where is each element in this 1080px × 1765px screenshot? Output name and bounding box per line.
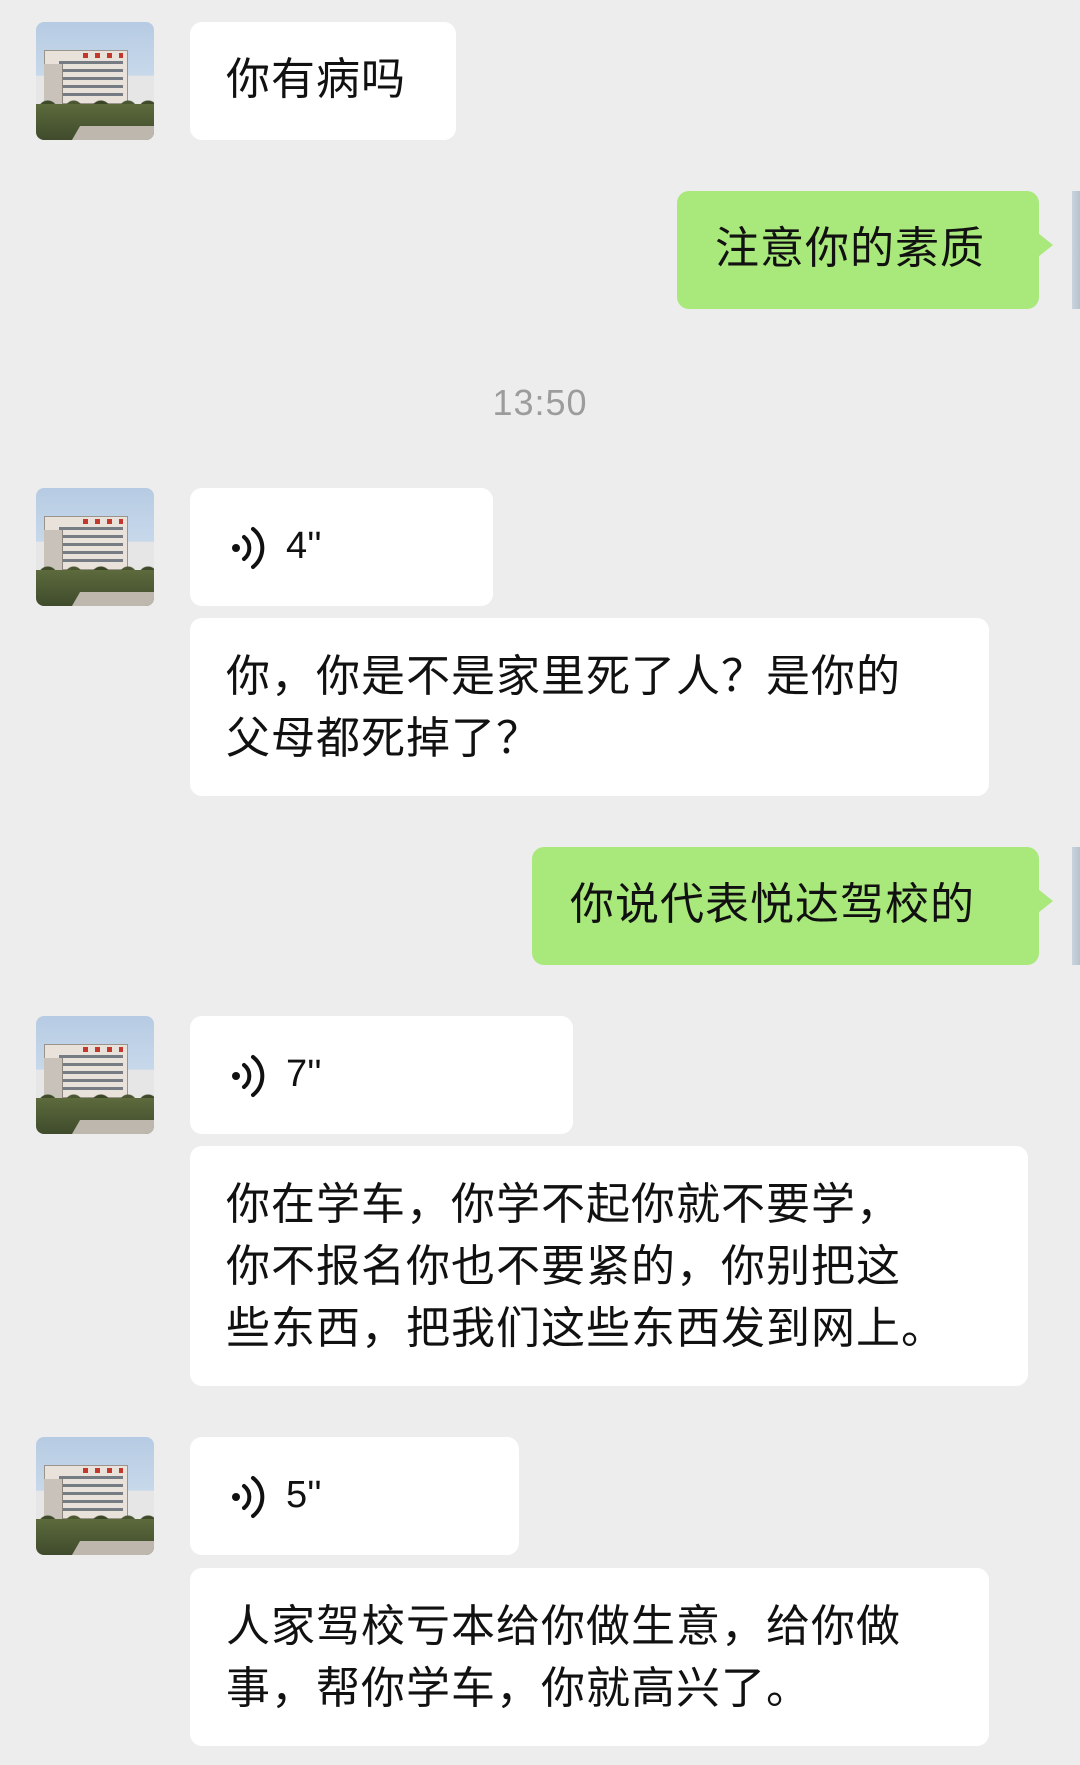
message-bubble[interactable]: 你在学车，你学不起你就不要学， 你不报名你也不要紧的，你别把这 些东西，把我们这… [190,1146,1028,1386]
message-text-line: 父母都死掉了？ [226,713,541,764]
message-text-line: 些东西，把我们这些东西发到网上。 [226,1303,946,1354]
chat-timestamp: 13:50 [492,382,588,423]
voice-duration: 5'' [286,1474,322,1516]
contact-avatar[interactable] [36,1437,154,1555]
self-avatar[interactable] [1072,191,1080,309]
message-text-line: 人家驾校亏本给你做生意，给你做 [226,1601,901,1652]
voice-wave-icon [232,1055,265,1097]
message-text-line: 你，你是不是家里死了人？是你的 [226,651,901,702]
voice-wave-icon [232,527,265,569]
voice-duration: 7'' [286,1053,322,1095]
voice-message[interactable]: 7'' [190,1016,573,1134]
message-bubble[interactable]: 你有病吗 [190,22,456,140]
voice-wave-icon [232,1476,265,1518]
voice-message[interactable]: 4'' [190,488,493,606]
message-bubble-self[interactable]: 注意你的素质 [677,191,1053,309]
message-text: 你有病吗 [226,54,406,105]
voice-message[interactable]: 5'' [190,1437,519,1555]
message-text: 注意你的素质 [715,223,985,274]
contact-avatar[interactable] [36,1016,154,1134]
voice-duration: 4'' [286,525,322,567]
contact-avatar[interactable] [36,488,154,606]
self-avatar[interactable] [1072,847,1080,965]
message-text: 你说代表悦达驾校的 [570,879,975,930]
message-bubble[interactable]: 你，你是不是家里死了人？是你的 父母都死掉了？ [190,618,989,796]
message-text-line: 事，帮你学车，你就高兴了。 [226,1663,811,1714]
message-text-line: 你在学车，你学不起你就不要学， [226,1179,901,1230]
message-text-line: 你不报名你也不要紧的，你别把这 [226,1241,901,1292]
message-bubble-self[interactable]: 你说代表悦达驾校的 [532,847,1053,965]
contact-avatar[interactable] [36,22,154,140]
message-bubble[interactable]: 人家驾校亏本给你做生意，给你做 事，帮你学车，你就高兴了。 [190,1568,989,1746]
